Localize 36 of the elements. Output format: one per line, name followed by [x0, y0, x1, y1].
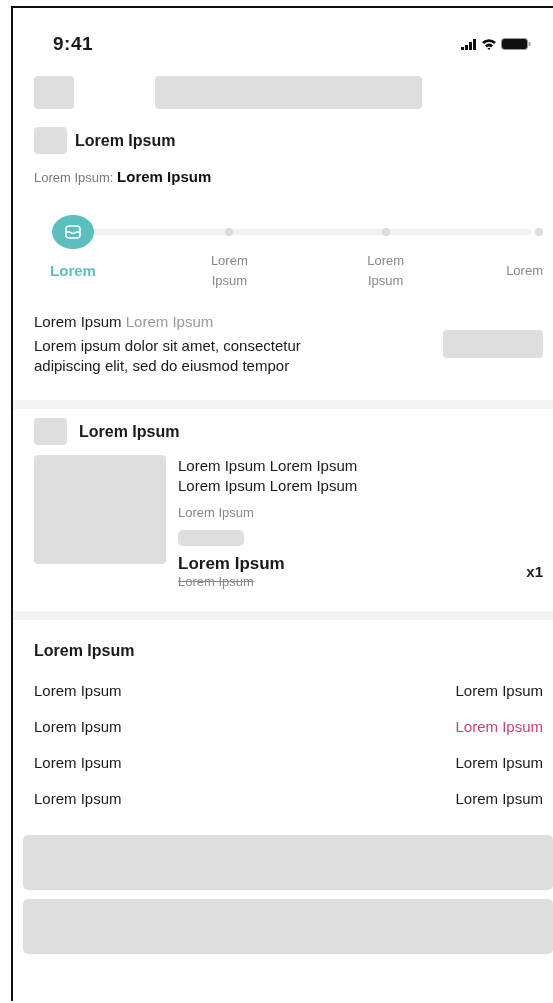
product-quantity: x1	[526, 563, 543, 580]
summary-value: Lorem Ipsum	[455, 718, 543, 735]
summary-label: Lorem Ipsum	[34, 790, 122, 807]
product-price: Lorem Ipsum	[178, 554, 285, 574]
action-button[interactable]	[23, 899, 553, 954]
product-name: Lorem Ipsum Lorem Ipsum Lorem Ipsum Lorem Ipsum	[178, 456, 359, 496]
signal-icon	[461, 38, 477, 50]
old-price: Lorem Ipsum	[178, 574, 255, 589]
status-time: 9:41	[53, 33, 94, 55]
action-button[interactable]	[23, 835, 553, 890]
shop-title: Lorem Ipsum	[79, 422, 180, 441]
summary-value: Lorem Ipsum	[455, 754, 543, 771]
battery-icon	[501, 38, 531, 50]
status-description: Lorem ipsum dolor sit amet, consectetur adipiscing elit, sed do eiusmod tempor	[34, 336, 302, 376]
product-variant: Lorem Ipsum	[178, 505, 255, 520]
placeholder-pill	[178, 530, 244, 546]
summary-label: Lorem Ipsum	[34, 754, 122, 771]
summary-value: Lorem Ipsum	[455, 790, 543, 807]
status-subtitle: Lorem Ipsum	[125, 313, 214, 330]
step-label: Lorem Ipsum	[366, 252, 406, 290]
placeholder-icon	[34, 127, 67, 154]
summary-title: Lorem Ipsum	[34, 642, 136, 660]
summary-value: Lorem Ipsum	[455, 682, 543, 699]
wifi-icon	[481, 38, 497, 50]
summary-label: Lorem Ipsum	[34, 682, 122, 699]
meta-value: Lorem Ipsum	[117, 168, 212, 185]
inbox-icon	[65, 225, 81, 239]
step-label: Lorem	[505, 262, 543, 280]
summary-label: Lorem Ipsum	[34, 718, 122, 735]
order-title: Lorem Ipsum	[75, 131, 176, 150]
step-label: Lorem Ipsum	[209, 252, 249, 290]
placeholder-block	[34, 76, 74, 109]
status-title: Lorem Ipsum	[34, 313, 122, 330]
placeholder-icon	[34, 418, 67, 445]
step-label: Lorem	[50, 261, 96, 281]
meta-label: Lorem Ipsum:	[34, 170, 114, 185]
